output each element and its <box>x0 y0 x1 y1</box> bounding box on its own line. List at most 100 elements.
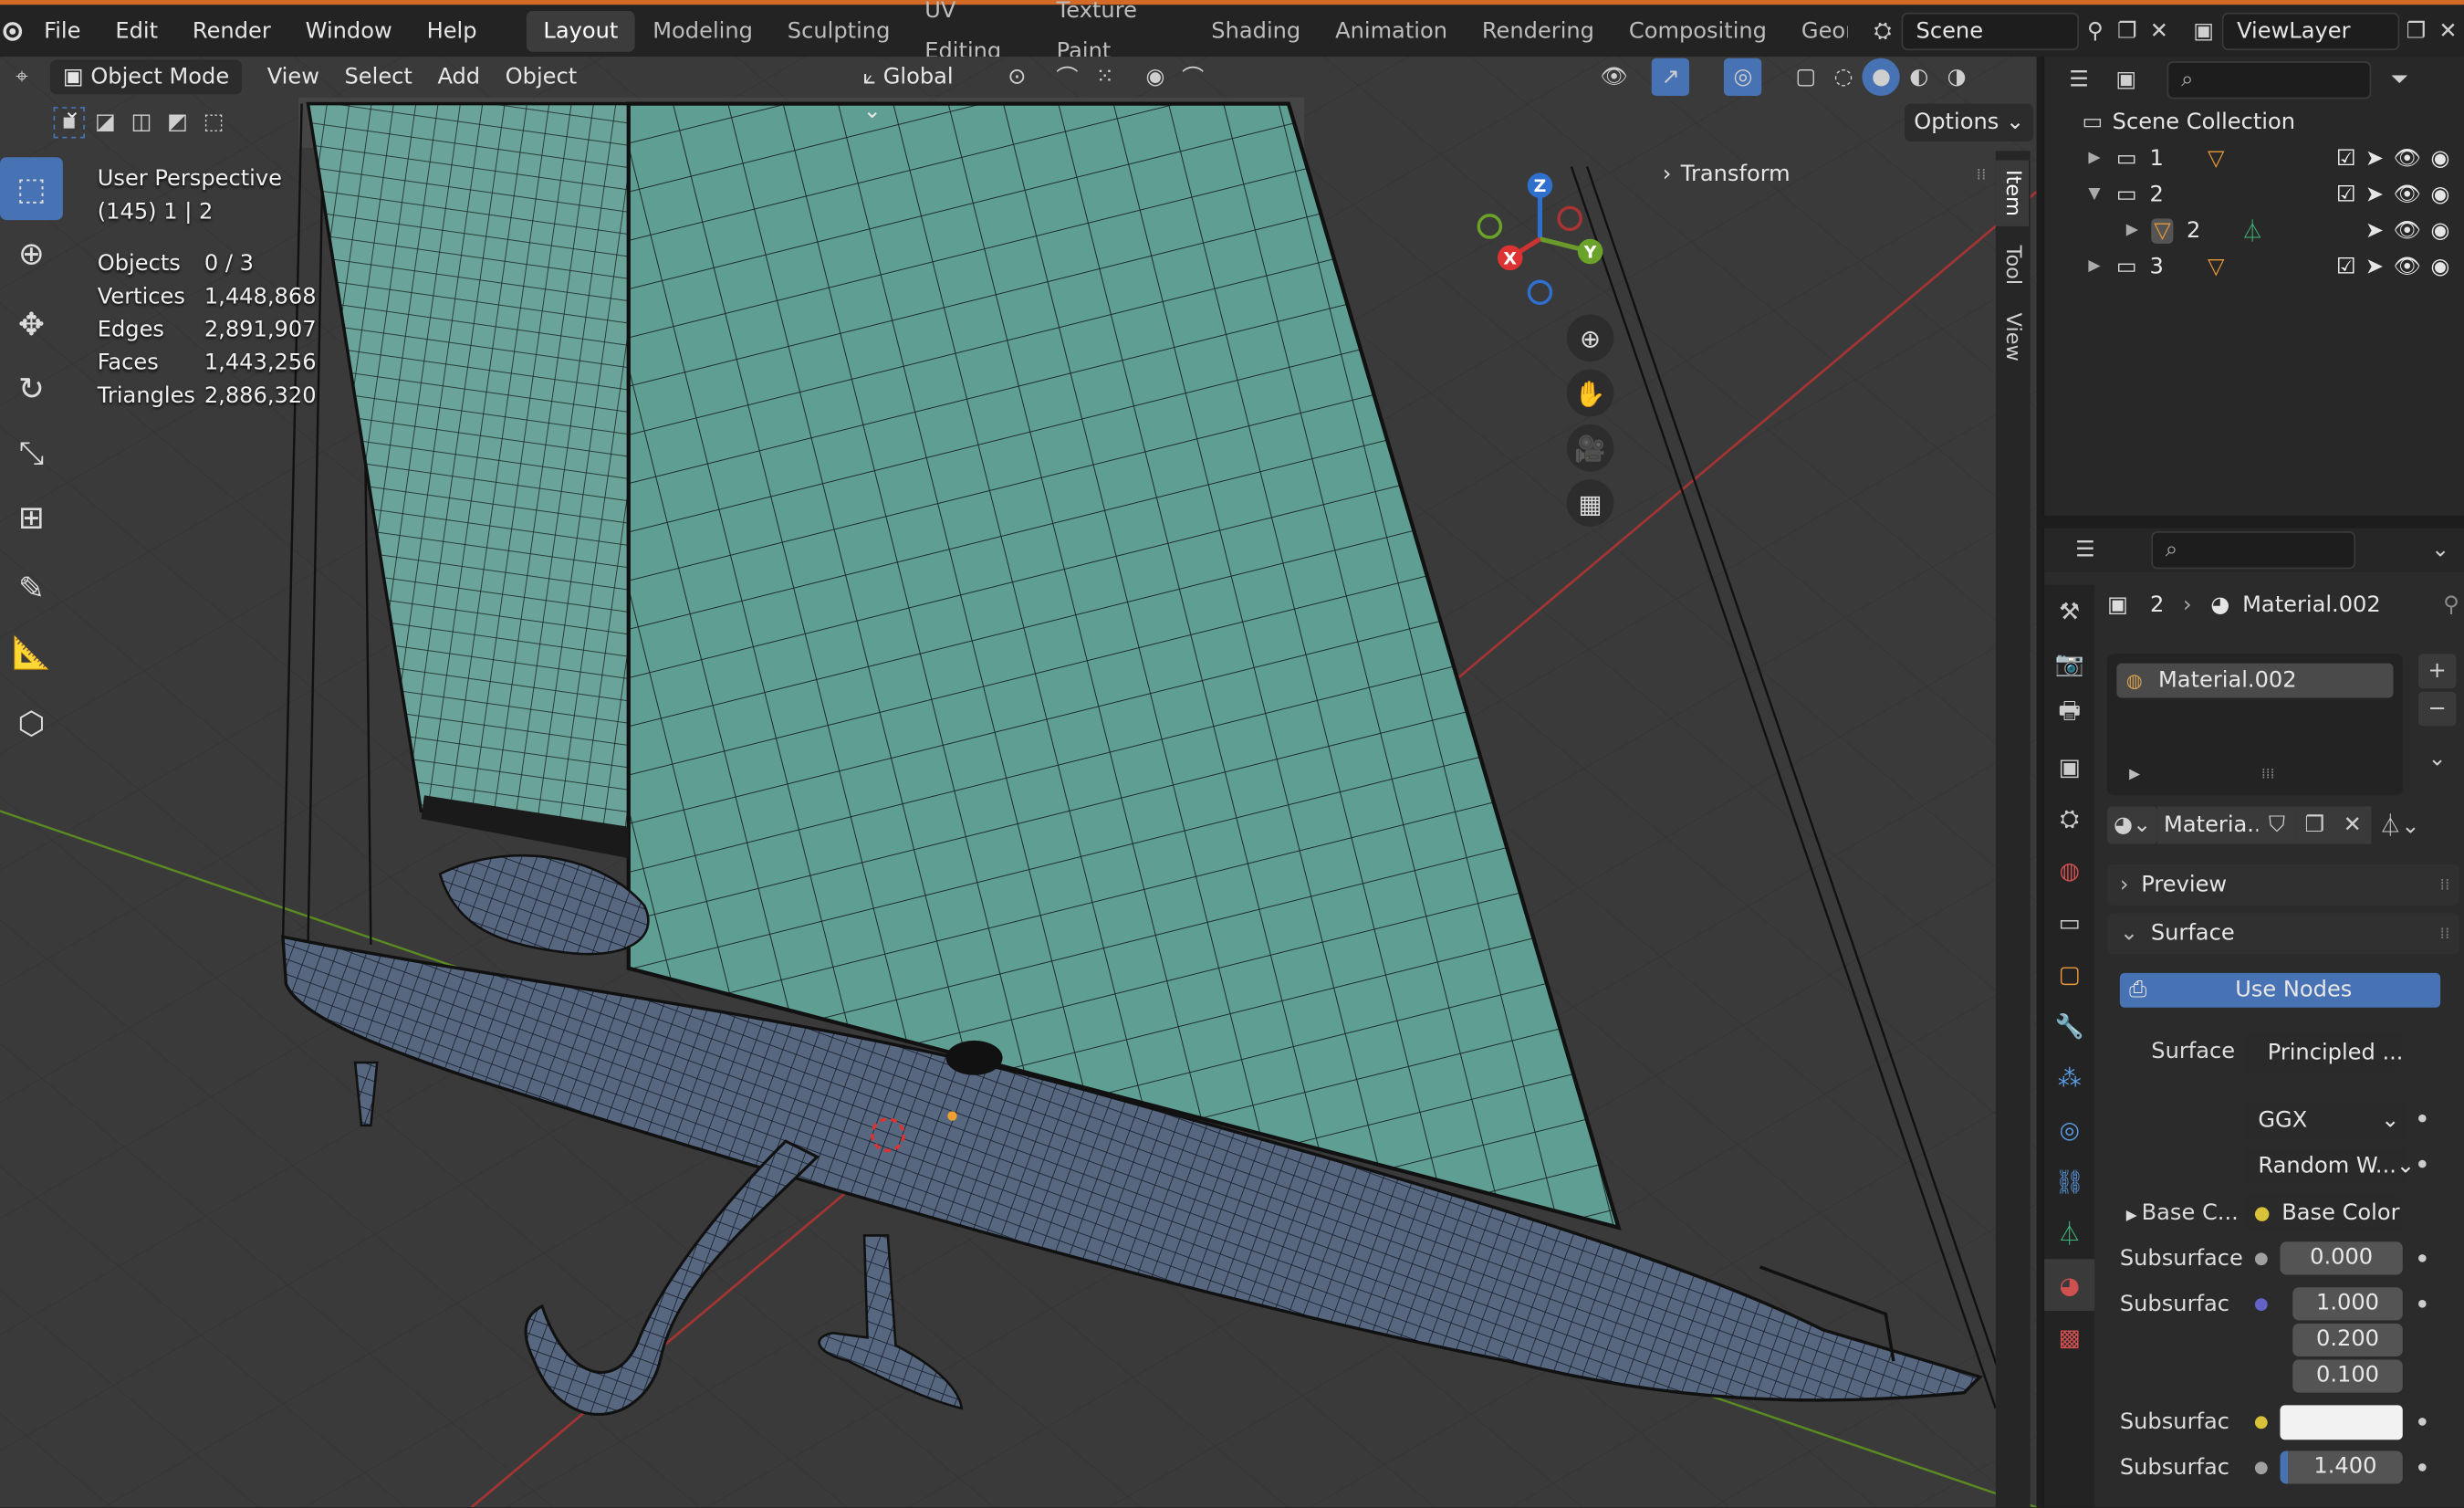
view-layer-field[interactable]: ViewLayer <box>2222 11 2400 50</box>
view-layer-icon[interactable]: ▣ <box>2187 12 2219 49</box>
snap-target-icon[interactable]: ⁙ <box>1086 58 1123 96</box>
socket-dot-icon[interactable] <box>2418 1254 2427 1262</box>
filter-icon[interactable]: ⏷ <box>2381 61 2418 99</box>
outliner-item[interactable]: ▶ ▭ 1 ▽ ☑ ➤ 👁 ◉ <box>2044 140 2464 176</box>
resize-handle-icon[interactable]: ⁞⁞⁞ <box>2261 767 2275 782</box>
move-tool-icon[interactable]: ✥ <box>0 292 63 355</box>
view-layer-tab-icon[interactable]: ▣ <box>2044 740 2094 792</box>
material-slot-item[interactable]: ◍ Material.002 <box>2116 663 2394 698</box>
fake-user-shield-icon[interactable]: ⛉ <box>2258 806 2296 844</box>
color-socket-icon[interactable] <box>2254 1416 2268 1429</box>
base-color-field[interactable]: Base Color <box>2245 1196 2403 1231</box>
float-socket-icon[interactable] <box>2254 1461 2268 1475</box>
remove-scene-icon[interactable]: ✕ <box>2143 12 2175 49</box>
tab-view[interactable]: View <box>1996 303 2029 371</box>
use-nodes-button[interactable]: ⎙ Use Nodes <box>2119 972 2441 1008</box>
subsurface-radius-x[interactable]: 1.000 <box>2292 1287 2403 1321</box>
outliner-scene-collection[interactable]: ▭ Scene Collection <box>2044 104 2464 141</box>
preview-panel-header[interactable]: › Preview ⁞⁞ <box>2107 864 2459 906</box>
new-scene-icon[interactable]: ❐ <box>2111 12 2143 49</box>
subsurface-ior-field[interactable]: 1.400 <box>2280 1450 2403 1484</box>
transform-panel-header[interactable]: › Transform ⁞⁞ <box>1663 157 1987 192</box>
object-tab-icon[interactable]: ▢ <box>2044 948 2094 1000</box>
menu-select[interactable]: Select <box>332 59 425 94</box>
measure-tool-icon[interactable]: 📐 <box>0 621 63 684</box>
output-tab-icon[interactable]: 🖶 <box>2044 688 2094 740</box>
tab-rendering[interactable]: Rendering <box>1465 10 1612 51</box>
collection-tab-icon[interactable]: ▭ <box>2044 895 2094 948</box>
slot-menu-icon[interactable]: ⌄ <box>2418 742 2456 777</box>
select-subtract-icon[interactable]: ◫ <box>126 107 157 138</box>
drag-handle-icon[interactable]: ⁞⁞ <box>2439 876 2449 894</box>
render-tab-icon[interactable]: 📷 <box>2044 636 2094 688</box>
menu-file[interactable]: File <box>26 7 98 55</box>
tab-sculpting[interactable]: Sculpting <box>770 10 907 51</box>
socket-dot-icon[interactable] <box>2418 1300 2427 1308</box>
gizmo-toggle-icon[interactable]: ↗ <box>1651 58 1690 97</box>
xray-toggle-icon[interactable]: ▢ <box>1787 58 1824 96</box>
3d-viewport[interactable]: ⌖ ▣ Object Mode ⌄ View Select Add Object… <box>0 56 2037 1508</box>
properties-search-input[interactable]: ⌕ <box>2151 531 2356 570</box>
pan-hand-icon[interactable]: ✋ <box>1566 369 1614 417</box>
socket-dot-icon[interactable] <box>2418 1418 2427 1426</box>
tab-animation[interactable]: Animation <box>1318 10 1465 51</box>
distribution-dropdown[interactable]: GGX ⌄ <box>2245 1103 2407 1138</box>
socket-dot-icon[interactable] <box>2418 1463 2427 1471</box>
rotate-tool-icon[interactable]: ↻ <box>0 357 63 420</box>
selectable-icon[interactable]: ➤ <box>2365 217 2384 243</box>
shading-material-icon[interactable]: ◐ <box>1900 58 1937 96</box>
zoom-icon[interactable]: ⊕ <box>1566 314 1614 362</box>
select-invert-icon[interactable]: ◩ <box>162 107 193 138</box>
subsurface-method-dropdown[interactable]: Random W... ⌄ <box>2245 1148 2415 1184</box>
constraints-tab-icon[interactable]: ⛓ <box>2044 1156 2094 1208</box>
checkbox-icon[interactable]: ☑ <box>2336 254 2356 279</box>
surface-shader-field[interactable]: Principled ... <box>2245 1034 2403 1073</box>
menu-edit[interactable]: Edit <box>98 7 175 55</box>
float-socket-icon[interactable] <box>2254 1252 2268 1266</box>
physics-tab-icon[interactable]: ◎ <box>2044 1104 2094 1156</box>
scene-selector-icon[interactable]: ⛭ <box>1867 12 1899 49</box>
eye-icon[interactable]: 👁 <box>2393 145 2421 171</box>
new-view-layer-icon[interactable]: ❐ <box>2400 12 2432 49</box>
expand-arrow-icon[interactable]: ▶ <box>2088 257 2100 275</box>
select-box-tool-icon[interactable]: ⬚ <box>0 157 63 221</box>
eye-icon[interactable]: 👁 <box>2393 182 2421 207</box>
tab-shading[interactable]: Shading <box>1194 10 1318 51</box>
add-cube-tool-icon[interactable]: ⬡ <box>0 692 63 755</box>
menu-help[interactable]: Help <box>410 7 495 55</box>
outliner-item[interactable]: ▼ ▭ 2 ☑ ➤ 👁 ◉ <box>2044 176 2464 213</box>
unlink-material-icon[interactable]: ✕ <box>2333 806 2372 844</box>
outliner-item[interactable]: ▶ ▭ 3 ▽ ☑ ➤ 👁 ◉ <box>2044 248 2464 285</box>
tab-item[interactable]: Item <box>1995 160 2029 226</box>
base-color-label[interactable]: ▶ Base C... <box>2126 1201 2239 1227</box>
tab-layout[interactable]: Layout <box>526 10 636 51</box>
render-camera-icon[interactable]: ◉ <box>2430 217 2449 243</box>
vector-socket-icon[interactable] <box>2254 1298 2268 1312</box>
menu-render[interactable]: Render <box>175 7 288 55</box>
tool-tab-icon[interactable]: ⚒ <box>2044 585 2094 637</box>
object-mode-dropdown[interactable]: ▣ Object Mode ⌄ <box>50 59 243 124</box>
expand-arrow-icon[interactable]: ▶ <box>2088 150 2100 167</box>
transform-orientation-dropdown[interactable]: ⟀ Global ⌄ <box>851 59 989 124</box>
selectable-icon[interactable]: ➤ <box>2365 254 2384 279</box>
options-dropdown[interactable]: Options ⌄ <box>1904 103 2034 141</box>
camera-icon[interactable]: 🎥 <box>1566 424 1614 472</box>
expand-arrow-icon[interactable]: ▶ <box>2129 767 2140 782</box>
overlay-toggle-icon[interactable]: ◎ <box>1724 58 1762 97</box>
world-tab-icon[interactable]: ◍ <box>2044 844 2094 896</box>
menu-view[interactable]: View <box>255 59 332 94</box>
subsurface-value-field[interactable]: 0.000 <box>2280 1241 2403 1275</box>
material-slot-list[interactable]: ◍ Material.002 ▶ ⁞⁞⁞ <box>2107 654 2403 796</box>
eye-icon[interactable]: 👁 <box>2393 254 2421 279</box>
surface-panel-header[interactable]: ⌄ Surface ⁞⁞ <box>2107 913 2459 955</box>
tab-tool[interactable]: Tool <box>1996 236 2029 294</box>
socket-dot-icon[interactable] <box>2418 1114 2427 1123</box>
shading-solid-icon[interactable]: ● <box>1862 58 1901 97</box>
checkbox-icon[interactable]: ☑ <box>2336 145 2356 171</box>
chevron-down-icon[interactable]: ⌄ <box>2421 531 2459 569</box>
expand-arrow-icon[interactable]: ▶ <box>2126 222 2138 239</box>
texture-tab-icon[interactable]: ▩ <box>2044 1311 2094 1363</box>
pivot-point-icon[interactable]: ⊙ <box>998 58 1036 96</box>
navigation-gizmo[interactable]: Z Y X <box>1461 167 1618 324</box>
menu-window[interactable]: Window <box>288 7 410 55</box>
